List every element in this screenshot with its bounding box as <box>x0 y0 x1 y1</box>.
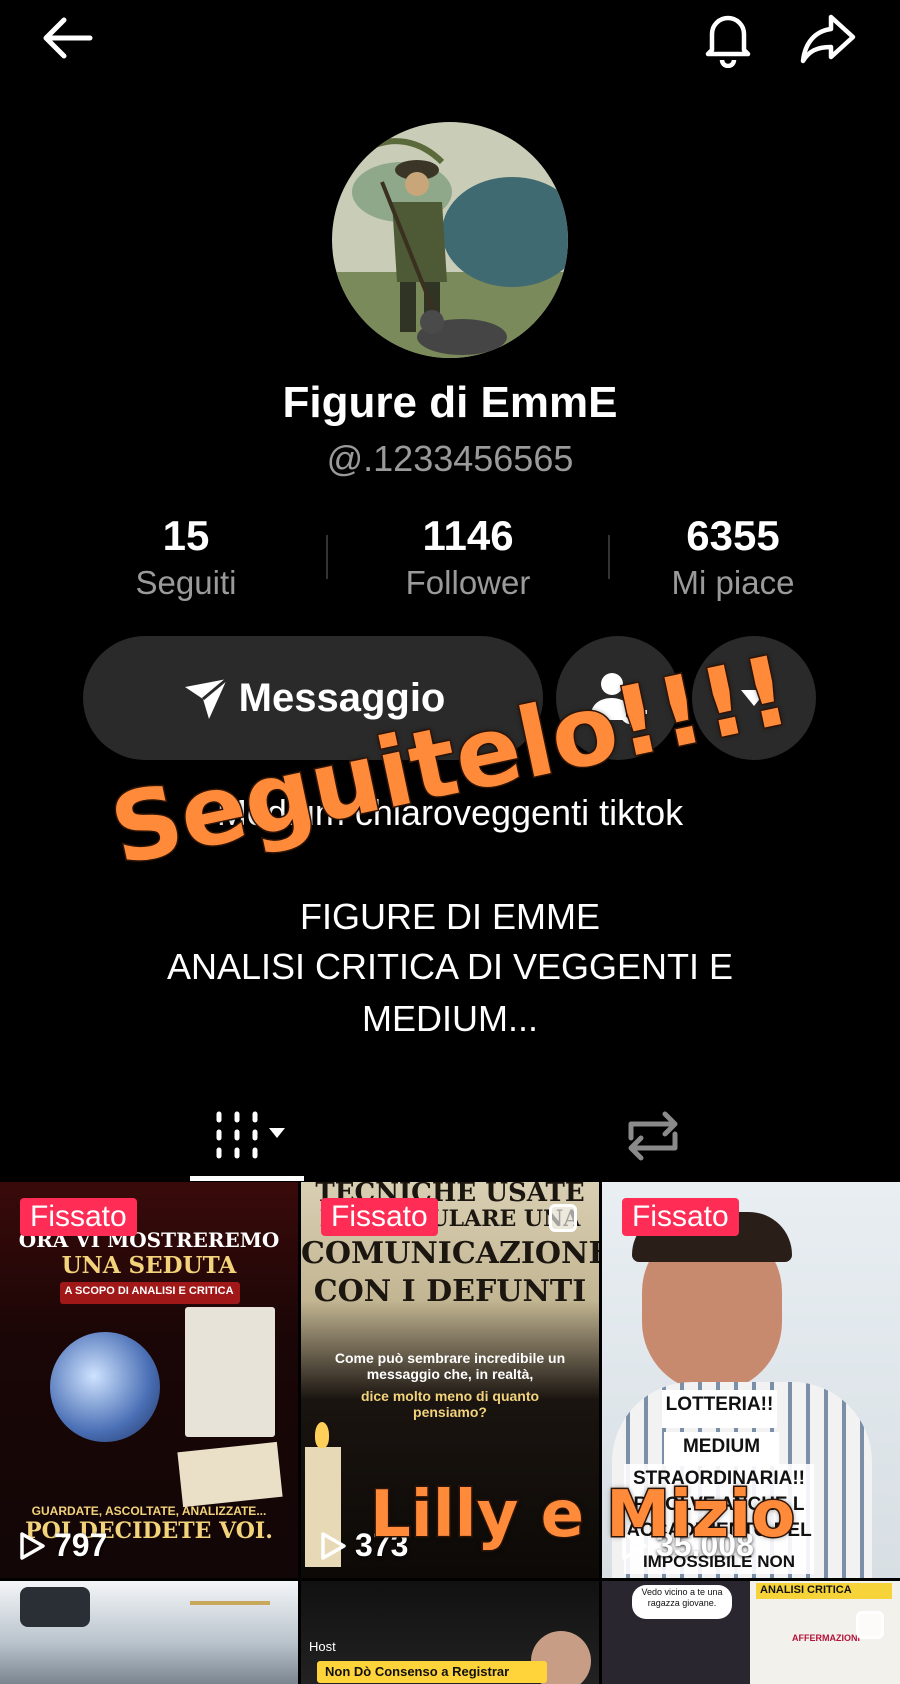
crystal-ball-image <box>50 1332 160 1442</box>
tile-caption: GUARDATE, ASCOLTATE, ANALIZZATE... <box>31 1504 267 1518</box>
tile-caption: A SCOPO DI ANALISI E CRITICA <box>64 1285 234 1297</box>
video-tile[interactable]: Host Non Dò Consenso a Registrar <box>301 1581 599 1684</box>
megaphone-image <box>20 1587 90 1627</box>
top-bar <box>0 0 900 80</box>
avatar-image <box>332 122 568 358</box>
tile-caption: Non Dò Consenso a Registrar <box>325 1664 510 1679</box>
host-tag: Host <box>309 1639 336 1654</box>
stat-label: Mi piace <box>671 564 795 601</box>
tile-caption: MEDIUM <box>682 1436 761 1457</box>
active-tab-indicator <box>190 1176 304 1181</box>
video-tile[interactable]: Vedo vicino a te una ragazza giovane. AN… <box>602 1581 900 1684</box>
tile-caption: LOTTERIA!! <box>665 1394 774 1415</box>
back-button[interactable] <box>30 0 106 76</box>
stat-divider <box>608 535 610 579</box>
candle-flame <box>315 1422 329 1448</box>
multi-image-icon <box>549 1204 577 1232</box>
multi-image-icon <box>856 1611 884 1639</box>
tile-caption: dice molto meno di quanto pensiamo? <box>360 1388 540 1420</box>
tile-caption: ANALISI CRITICA <box>760 1584 852 1596</box>
note-card <box>177 1441 283 1508</box>
play-icon <box>20 1531 45 1560</box>
stat-label: Follower <box>405 564 531 601</box>
send-icon <box>184 677 228 719</box>
stat-value: 1146 <box>422 512 514 559</box>
bell-icon <box>705 15 751 68</box>
stat-divider <box>326 535 328 579</box>
stats-row: 15 Seguiti 1146 Follower 6355 Mi piace <box>0 510 900 610</box>
grid-icon <box>216 1111 285 1159</box>
stat-likes[interactable]: 6355 Mi piace <box>603 510 863 602</box>
video-tile[interactable] <box>0 1581 298 1684</box>
stat-followers[interactable]: 1146 Follower <box>338 510 598 602</box>
arrow-left-icon <box>43 17 93 59</box>
share-arrow-icon <box>800 14 856 64</box>
profile-tabs <box>0 1090 900 1182</box>
tile-caption: CON I DEFUNTI <box>313 1274 587 1309</box>
bio-line: ANALISI CRITICA DI VEGGENTI E <box>166 946 734 987</box>
video-grid: ORA VI MOSTREREMO UNA SEDUTA MEDIANICA A… <box>0 1182 900 1684</box>
tile-caption: COMUNICAZIONE <box>301 1236 599 1271</box>
play-icon <box>321 1531 346 1560</box>
stat-label: Seguiti <box>135 564 237 601</box>
view-count-value: 797 <box>54 1527 108 1563</box>
stat-value: 15 <box>162 512 210 559</box>
tile-caption: Come può sembrare incredibile un messagg… <box>334 1350 566 1382</box>
tab-videos[interactable] <box>190 1090 310 1182</box>
username: @.1233456565 <box>326 438 574 479</box>
video-tile[interactable]: ORA VI MOSTREREMO UNA SEDUTA MEDIANICA A… <box>0 1182 298 1578</box>
repost-icon <box>628 1111 678 1161</box>
bio-line: MEDIUM... <box>362 998 538 1039</box>
avatar[interactable] <box>332 122 568 358</box>
display-name: Figure di EmmE <box>282 378 618 427</box>
stat-following[interactable]: 15 Seguiti <box>56 510 316 602</box>
info-panel <box>185 1307 275 1437</box>
notifications-button[interactable] <box>690 0 766 76</box>
stat-value: 6355 <box>686 512 780 559</box>
overlay-sticker-text: Lilly e Mizio <box>368 1477 796 1554</box>
tile-caption: AFFERMAZIONI <box>792 1633 860 1643</box>
tab-reposts[interactable] <box>610 1090 696 1182</box>
scales-image <box>190 1601 270 1661</box>
tile-caption: Vedo vicino a te una ragazza giovane. <box>641 1587 723 1608</box>
pinned-badge: Fissato <box>622 1198 739 1236</box>
pinned-badge: Fissato <box>20 1198 137 1236</box>
bio-line: FIGURE DI EMME <box>299 896 600 937</box>
view-count: 797 <box>18 1527 107 1564</box>
share-button[interactable] <box>790 0 866 76</box>
pinned-badge: Fissato <box>321 1198 438 1236</box>
